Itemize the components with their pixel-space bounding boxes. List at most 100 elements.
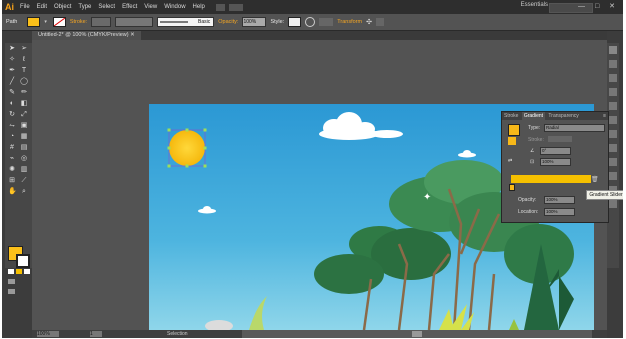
transparency-icon[interactable]	[609, 144, 617, 152]
menu-help[interactable]: Help	[193, 4, 205, 10]
opacity-field[interactable]: 100%	[544, 196, 575, 204]
slice-tool-icon[interactable]: ⟋	[20, 177, 28, 185]
angle-field[interactable]: 0°	[540, 147, 571, 155]
control-bar: Path ▾ Stroke: Basic Opacity: 100% Style…	[2, 14, 623, 31]
delete-stop-icon[interactable]: 🗑	[591, 176, 599, 183]
color-mode-icon[interactable]	[8, 269, 14, 274]
align-icon[interactable]	[319, 18, 334, 26]
blob-brush-tool-icon[interactable]: ◐	[8, 100, 16, 108]
color-guide-icon[interactable]	[609, 60, 617, 68]
mesh-tool-icon[interactable]: #	[8, 144, 16, 152]
appearance-icon[interactable]	[609, 158, 617, 166]
draw-mode-icon[interactable]	[8, 279, 15, 284]
graphic-styles-icon[interactable]	[609, 172, 617, 180]
gradient-slider[interactable]	[511, 175, 591, 183]
recolor-artwork-icon[interactable]	[305, 17, 316, 27]
isolate-icon[interactable]: ✣	[366, 18, 372, 26]
rotate-tool-icon[interactable]: ↻	[8, 111, 16, 119]
menu-file[interactable]: File	[20, 4, 30, 10]
free-transform-tool-icon[interactable]: ▣	[20, 122, 28, 130]
gradient-fill-swatch[interactable]	[508, 124, 520, 136]
artboard-tool-icon[interactable]: ⊞	[8, 177, 16, 185]
stroke-gradient-options[interactable]	[548, 136, 572, 142]
app-logo: Ai	[5, 2, 14, 12]
color-panel-icon[interactable]	[609, 46, 617, 54]
tab-stroke[interactable]: Stroke	[502, 112, 520, 120]
window-controls[interactable]: — □ ✕	[578, 2, 619, 10]
workspace-switcher[interactable]: Essentials	[521, 2, 548, 8]
line-tool-icon[interactable]: ╱	[8, 78, 16, 86]
panel-menu-icon[interactable]	[375, 18, 384, 26]
location-field[interactable]: 100%	[544, 208, 575, 216]
transform-link[interactable]: Transform	[337, 19, 362, 25]
shape-builder-tool-icon[interactable]: ◔	[8, 133, 16, 141]
brushes-icon[interactable]	[609, 88, 617, 96]
symbols-icon[interactable]	[609, 102, 617, 110]
selection-tool-icon[interactable]: ➤	[8, 45, 16, 53]
menu-view[interactable]: View	[144, 4, 157, 10]
panel-tabs: Stroke Gradient Transparency ≡	[502, 112, 608, 120]
brush-select[interactable]: Basic	[157, 17, 215, 27]
gradient-stop-left[interactable]	[509, 184, 515, 191]
zoom-field[interactable]: 100%	[37, 331, 59, 337]
fill-swatch[interactable]	[27, 17, 41, 27]
type-select[interactable]: Radial	[544, 124, 605, 132]
blend-tool-icon[interactable]: ◎	[20, 155, 28, 163]
column-graph-tool-icon[interactable]: ▥	[20, 166, 28, 174]
stroke-weight-field[interactable]	[91, 17, 112, 27]
eraser-tool-icon[interactable]: ◧	[20, 100, 28, 108]
stroke-color-swatch[interactable]	[16, 254, 30, 268]
perspective-grid-tool-icon[interactable]: ▦	[20, 133, 28, 141]
screen-mode-icon[interactable]	[8, 289, 15, 294]
pencil-tool-icon[interactable]: ✏	[20, 89, 28, 97]
document-tab[interactable]: Untitled-2* @ 100% (CMYK/Preview) ✕	[32, 31, 141, 40]
tab-gradient[interactable]: Gradient	[521, 112, 546, 120]
aspect-ratio-field[interactable]: 100%	[540, 158, 571, 166]
artboards-icon[interactable]	[609, 200, 617, 208]
direct-selection-tool-icon[interactable]: ➢	[20, 45, 28, 53]
menu-effect[interactable]: Effect	[122, 4, 137, 10]
graphic-style-swatch[interactable]	[288, 17, 302, 27]
menu-window[interactable]: Window	[164, 4, 185, 10]
gradient-tool-icon[interactable]: ▤	[20, 144, 28, 152]
stroke-label[interactable]: Stroke:	[70, 19, 87, 25]
paintbrush-tool-icon[interactable]: ✎	[8, 89, 16, 97]
symbol-sprayer-tool-icon[interactable]: ✺	[8, 166, 16, 174]
artboard-number-field[interactable]: 1	[90, 331, 102, 337]
arrange-documents-icon[interactable]	[228, 3, 243, 11]
none-mode-icon[interactable]	[24, 269, 30, 274]
magic-wand-tool-icon[interactable]: ✧	[8, 56, 16, 64]
pen-tool-icon[interactable]: ✒	[8, 67, 16, 75]
variable-width-select[interactable]	[115, 17, 154, 27]
scale-tool-icon[interactable]: ⤢	[20, 111, 28, 119]
gradient-stroke-swatch[interactable]	[508, 137, 516, 145]
brush-name: Basic	[198, 19, 211, 25]
horizontal-scrollbar[interactable]	[242, 330, 592, 338]
scroll-thumb[interactable]	[412, 331, 422, 337]
opacity-label[interactable]: Opacity:	[218, 19, 238, 25]
width-tool-icon[interactable]: ⥊	[8, 122, 16, 130]
stroke-swatch[interactable]	[52, 17, 66, 27]
ellipse-tool-icon[interactable]: ◯	[20, 78, 28, 86]
swatches-icon[interactable]	[609, 74, 617, 82]
lasso-tool-icon[interactable]: ℓ	[20, 56, 28, 64]
panel-menu-icon[interactable]: ≡	[603, 112, 606, 120]
current-tool-label: Selection	[167, 331, 188, 337]
bridge-icon[interactable]	[215, 3, 225, 11]
menu-object[interactable]: Object	[54, 4, 71, 10]
hand-tool-icon[interactable]: ✋	[8, 188, 17, 196]
zoom-tool-icon[interactable]: ⌕	[20, 188, 28, 196]
stroke-panel-icon[interactable]	[609, 116, 617, 124]
gradient-panel-icon[interactable]	[609, 130, 617, 138]
tab-transparency[interactable]: Transparency	[546, 112, 580, 120]
menu-type[interactable]: Type	[78, 4, 91, 10]
eyedropper-tool-icon[interactable]: ⌁	[8, 155, 16, 163]
menu-edit[interactable]: Edit	[37, 4, 47, 10]
sun-icon[interactable]	[169, 130, 205, 166]
type-tool-icon[interactable]: T	[20, 67, 28, 75]
reverse-gradient-icon[interactable]: ⇄	[508, 158, 512, 164]
opacity-field[interactable]: 100%	[242, 17, 267, 27]
menu-select[interactable]: Select	[98, 4, 115, 10]
gradient-mode-icon[interactable]	[16, 269, 22, 274]
chevron-down-icon[interactable]: ▾	[44, 19, 47, 25]
